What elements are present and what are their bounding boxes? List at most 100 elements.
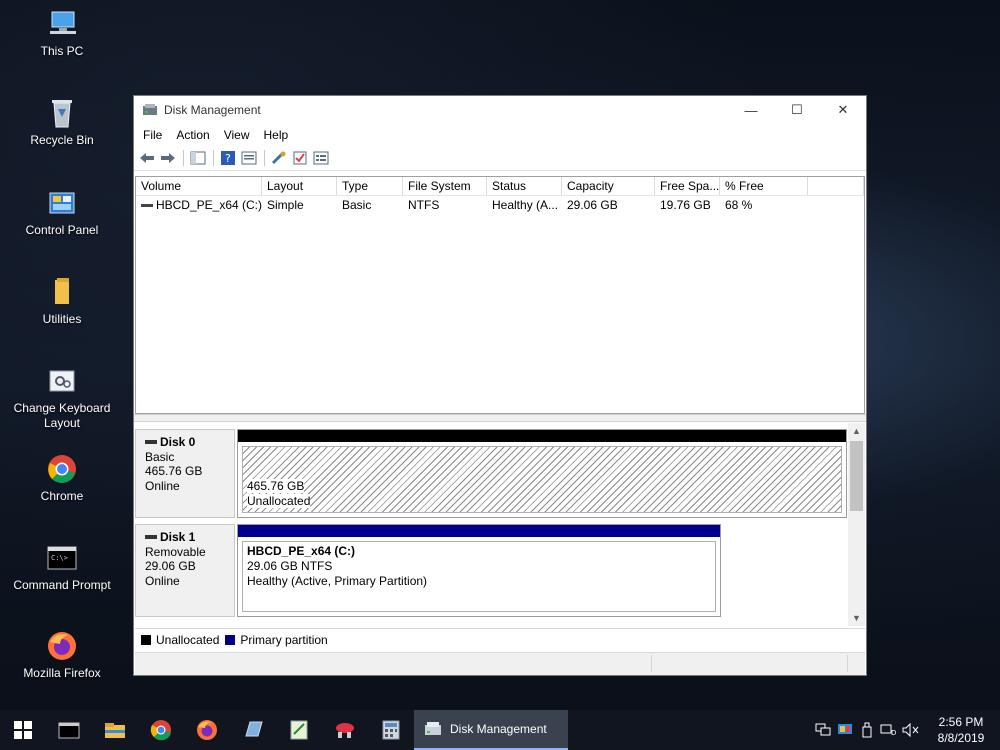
partition-status: Unallocated bbox=[247, 494, 311, 508]
display-icon[interactable] bbox=[834, 723, 856, 737]
taskbar-app-7[interactable] bbox=[276, 710, 322, 750]
partition-bar-primary bbox=[238, 525, 720, 537]
connect-button[interactable] bbox=[269, 149, 289, 167]
pane-splitter[interactable] bbox=[134, 414, 866, 422]
forward-arrow-icon bbox=[161, 153, 175, 163]
disk-type: Basic bbox=[145, 449, 175, 464]
partition-unallocated[interactable]: 465.76 GB Unallocated bbox=[237, 429, 847, 518]
command-prompt-icon: C:\> bbox=[46, 542, 78, 574]
disk-name: Disk 0 bbox=[160, 435, 196, 449]
clock-time: 2:56 PM bbox=[938, 715, 984, 729]
minimize-button[interactable]: — bbox=[728, 96, 774, 124]
column-header-file-system[interactable]: File System bbox=[403, 177, 487, 195]
menu-view[interactable]: View bbox=[217, 124, 257, 146]
command-prompt-icon bbox=[58, 722, 80, 739]
help-button[interactable]: ? bbox=[218, 149, 238, 167]
list-view-button[interactable] bbox=[311, 149, 331, 167]
taskbar-calculator[interactable] bbox=[368, 710, 414, 750]
menu-bar: File Action View Help bbox=[134, 124, 866, 146]
column-header-volume[interactable]: Volume bbox=[136, 177, 262, 195]
network-icon[interactable] bbox=[812, 723, 834, 737]
show-hide-console-tree-button[interactable] bbox=[188, 149, 208, 167]
desktop-icon-recycle-bin[interactable]: Recycle Bin bbox=[10, 97, 114, 148]
partition-status: Healthy (Active, Primary Partition) bbox=[247, 574, 428, 588]
disk-view-scrollbar[interactable]: ▲ ▼ bbox=[848, 423, 865, 626]
partition-title: HBCD_PE_x64 (C:) bbox=[247, 544, 356, 558]
cell-volume: HBCD_PE_x64 (C:) bbox=[136, 196, 262, 214]
disk-state: Online bbox=[145, 478, 180, 493]
forward-button[interactable] bbox=[158, 149, 178, 167]
taskbar: Disk Management D 2:56 PM 8/8/2019 bbox=[0, 710, 1000, 750]
close-button[interactable]: ✕ bbox=[820, 96, 866, 124]
chevron-down-icon: ▼ bbox=[852, 613, 861, 623]
column-header-type[interactable]: Type bbox=[337, 177, 403, 195]
usb-drive-icon[interactable] bbox=[856, 722, 878, 738]
title-bar[interactable]: Disk Management — ☐ ✕ bbox=[134, 96, 866, 124]
volume-muted-icon[interactable] bbox=[900, 723, 922, 737]
desktop-icon-label: Mozilla Firefox bbox=[23, 666, 101, 680]
taskbar-app-6[interactable] bbox=[230, 710, 276, 750]
legend-swatch-unallocated bbox=[141, 635, 151, 645]
legend-label-primary: Primary partition bbox=[240, 633, 328, 647]
chrome-icon bbox=[150, 720, 171, 741]
disk-management-app-icon bbox=[425, 722, 441, 735]
scroll-down-button[interactable]: ▼ bbox=[848, 610, 865, 626]
column-header-percent-free[interactable]: % Free bbox=[720, 177, 808, 195]
cell-capacity: 29.06 GB bbox=[567, 198, 618, 212]
desktop-icon-label: Control Panel bbox=[25, 223, 99, 237]
taskbar-firefox[interactable] bbox=[184, 710, 230, 750]
disk-icon bbox=[145, 535, 157, 540]
column-header-extra[interactable] bbox=[808, 177, 864, 195]
disk-management-app-icon bbox=[143, 104, 157, 115]
windows-logo-icon bbox=[14, 721, 32, 739]
partition-body: HBCD_PE_x64 (C:) 29.06 GB NTFS Healthy (… bbox=[242, 541, 716, 612]
column-header-status[interactable]: Status bbox=[487, 177, 562, 195]
column-header-capacity[interactable]: Capacity bbox=[562, 177, 655, 195]
desktop-icon-command-prompt[interactable]: C:\> Command Prompt bbox=[10, 542, 114, 593]
taskbar-command-prompt[interactable] bbox=[46, 710, 92, 750]
properties-button[interactable] bbox=[239, 149, 259, 167]
taskbar-app-8[interactable] bbox=[322, 710, 368, 750]
language-icon[interactable]: D bbox=[878, 723, 900, 737]
this-pc-icon bbox=[46, 8, 78, 40]
table-row[interactable]: HBCD_PE_x64 (C:) Simple Basic NTFS Healt… bbox=[136, 196, 864, 214]
menu-action[interactable]: Action bbox=[169, 124, 216, 146]
disk-state: Online bbox=[145, 573, 180, 588]
help-icon: ? bbox=[221, 151, 235, 165]
recycle-bin-icon bbox=[46, 97, 78, 129]
taskbar-disk-management[interactable]: Disk Management bbox=[414, 710, 568, 750]
partition-primary-c[interactable]: HBCD_PE_x64 (C:) 29.06 GB NTFS Healthy (… bbox=[237, 524, 721, 617]
taskbar-file-explorer[interactable] bbox=[92, 710, 138, 750]
status-bar bbox=[135, 652, 865, 675]
maximize-button[interactable]: ☐ bbox=[774, 96, 820, 124]
disk-type: Removable bbox=[145, 544, 206, 559]
scroll-up-button[interactable]: ▲ bbox=[848, 423, 865, 439]
volume-name: HBCD_PE_x64 (C:) bbox=[155, 198, 262, 212]
start-button[interactable] bbox=[0, 710, 46, 750]
desktop-icon-change-keyboard-layout[interactable]: Change Keyboard Layout bbox=[10, 365, 114, 431]
disk-size: 465.76 GB bbox=[145, 464, 203, 478]
volume-icon bbox=[141, 203, 153, 207]
console-tree-icon bbox=[190, 151, 206, 165]
desktop-icon-label: Change Keyboard Layout bbox=[13, 401, 111, 430]
column-header-layout[interactable]: Layout bbox=[262, 177, 337, 195]
back-button[interactable] bbox=[137, 149, 157, 167]
menu-file[interactable]: File bbox=[136, 124, 169, 146]
toolbar-separator bbox=[183, 150, 184, 166]
taskbar-chrome[interactable] bbox=[138, 710, 184, 750]
desktop-icon-firefox[interactable]: Mozilla Firefox bbox=[10, 630, 114, 681]
clock[interactable]: 2:56 PM 8/8/2019 bbox=[922, 714, 1000, 746]
svg-text:?: ? bbox=[225, 152, 231, 165]
desktop-icon-chrome[interactable]: Chrome bbox=[10, 453, 114, 504]
scroll-thumb[interactable] bbox=[850, 441, 863, 511]
column-header-free-space[interactable]: Free Spa... bbox=[655, 177, 720, 195]
desktop-icon-control-panel[interactable]: Control Panel bbox=[10, 187, 114, 238]
disk-key-icon bbox=[271, 151, 286, 165]
disk-0-label[interactable]: Disk 0 Basic 465.76 GB Online bbox=[135, 429, 235, 518]
checklist-button[interactable] bbox=[290, 149, 310, 167]
menu-help[interactable]: Help bbox=[257, 124, 296, 146]
disk-1-label[interactable]: Disk 1 Removable 29.06 GB Online bbox=[135, 524, 235, 617]
desktop-icon-label: This PC bbox=[40, 44, 84, 58]
desktop-icon-utilities[interactable]: Utilities bbox=[10, 276, 114, 327]
desktop-icon-this-pc[interactable]: This PC bbox=[10, 8, 114, 59]
